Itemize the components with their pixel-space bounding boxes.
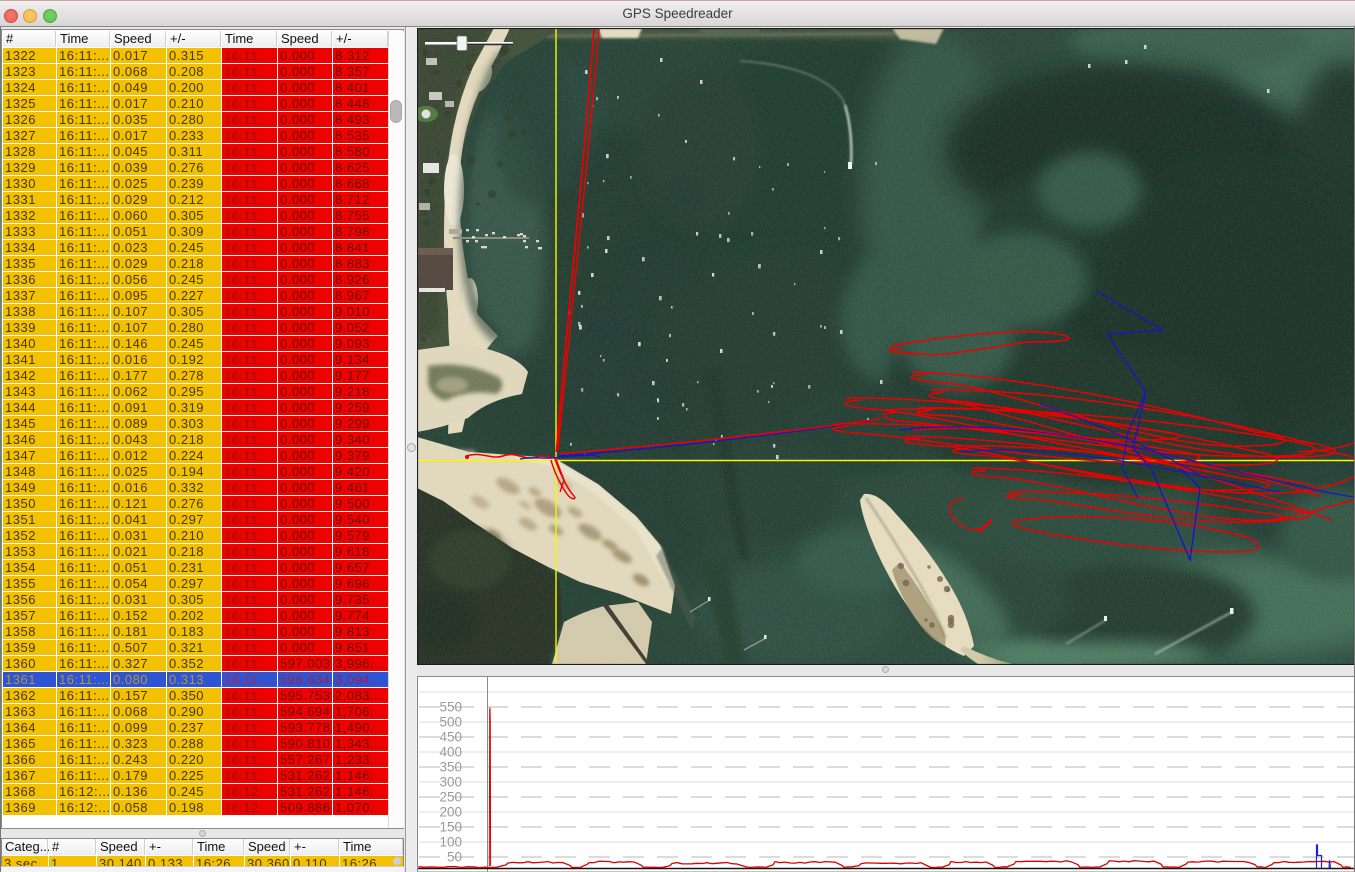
svg-text:550: 550 [439,700,462,715]
svg-text:300: 300 [439,775,462,790]
svg-text:150: 150 [439,820,462,835]
svg-text:250: 250 [439,790,462,805]
svg-text:500: 500 [439,715,462,730]
svg-text:450: 450 [439,730,462,745]
svg-text:400: 400 [439,745,462,760]
svg-text:350: 350 [439,760,462,775]
svg-text:50: 50 [447,850,462,865]
svg-text:200: 200 [439,805,462,820]
svg-text:100: 100 [439,835,462,850]
